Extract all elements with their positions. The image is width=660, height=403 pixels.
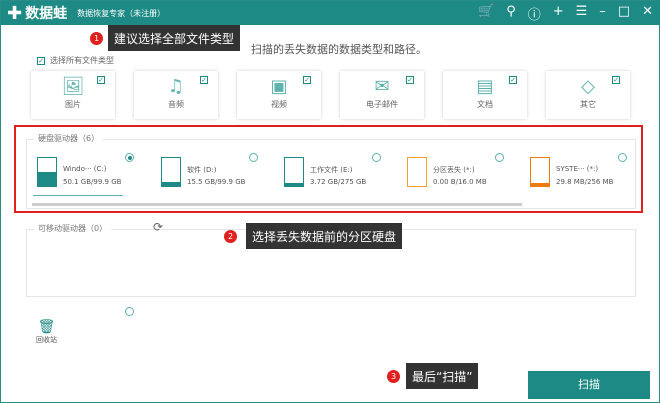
maximize-icon[interactable]: □ xyxy=(618,4,630,23)
checkbox-icon[interactable]: ✓ xyxy=(612,76,620,84)
app-name: 数据蛙 xyxy=(25,6,68,22)
file-type-label: 文档 xyxy=(477,100,493,109)
window-subtitle: 数据恢复专家（未注册） xyxy=(77,8,166,18)
file-type-audio[interactable]: ♫ 音频 ✓ xyxy=(134,71,218,119)
title-bar: ✚ 数据蛙 数据恢复专家（未注册） 🛒 ⚲ ⓘ + ☰ – □ ✕ xyxy=(1,1,660,25)
step-badge-2: 2 xyxy=(224,230,237,243)
select-all-label: 选择所有文件类型 xyxy=(50,56,114,65)
select-all-checkbox[interactable]: ✓ 选择所有文件类型 xyxy=(37,55,114,66)
checkbox-icon[interactable]: ✓ xyxy=(406,76,414,84)
help-icon[interactable]: ⓘ xyxy=(528,4,541,23)
file-type-label: 图片 xyxy=(65,100,81,109)
step-badge-1: 1 xyxy=(90,32,103,45)
file-type-video[interactable]: ▣ 视频 ✓ xyxy=(237,71,321,119)
recycle-bin-label: 回收站 xyxy=(36,336,57,344)
removable-drive-title: 可移动驱动器（0） xyxy=(34,223,112,234)
tooltip-step-2: 选择丢失数据前的分区硬盘 xyxy=(246,223,403,249)
step-badge-3: 3 xyxy=(387,370,400,383)
highlight-box xyxy=(14,125,643,213)
file-type-list: 🖼 图片 ✓ ♫ 音频 ✓ ▣ 视频 ✓ ✉ 电子邮件 ✓ ▤ 文档 ✓ ◇ 其它 ✓ xyxy=(31,71,630,119)
app-logo: ✚ 数据蛙 xyxy=(7,3,67,24)
file-type-document[interactable]: ▤ 文档 ✓ xyxy=(443,71,527,119)
recycle-bin-radio[interactable] xyxy=(125,307,134,316)
recycle-bin[interactable]: 🗑 回收站 xyxy=(36,319,57,345)
checkbox-icon[interactable]: ✓ xyxy=(200,76,208,84)
checkbox-icon[interactable]: ✓ xyxy=(97,76,105,84)
trash-icon: 🗑 xyxy=(37,319,56,335)
checkbox-icon[interactable]: ✓ xyxy=(37,56,45,65)
file-type-label: 其它 xyxy=(580,100,596,109)
file-type-other[interactable]: ◇ 其它 ✓ xyxy=(546,71,630,119)
key-icon[interactable]: ⚲ xyxy=(506,4,516,23)
file-type-image[interactable]: 🖼 图片 ✓ xyxy=(31,71,115,119)
file-type-label: 视频 xyxy=(271,100,287,109)
close-icon[interactable]: ✕ xyxy=(642,4,653,23)
refresh-icon[interactable]: ⟳ xyxy=(153,220,163,234)
file-type-label: 音频 xyxy=(168,100,184,109)
tooltip-step-3: 最后“扫描” xyxy=(406,363,479,389)
instruction-text: 扫描的丢失数据的数据类型和路径。 xyxy=(251,43,427,56)
tooltip-step-1: 建议选择全部文件类型 xyxy=(108,25,241,51)
file-type-email[interactable]: ✉ 电子邮件 ✓ xyxy=(340,71,424,119)
file-type-label: 电子邮件 xyxy=(366,100,398,109)
scan-button[interactable]: 扫描 xyxy=(528,371,650,399)
plus-icon[interactable]: + xyxy=(553,4,564,23)
checkbox-icon[interactable]: ✓ xyxy=(303,76,311,84)
cart-icon[interactable]: 🛒 xyxy=(478,4,494,23)
minimize-icon[interactable]: – xyxy=(599,4,606,23)
checkbox-icon[interactable]: ✓ xyxy=(509,76,517,84)
menu-icon[interactable]: ☰ xyxy=(576,4,588,23)
logo-cross-icon: ✚ xyxy=(7,2,23,24)
